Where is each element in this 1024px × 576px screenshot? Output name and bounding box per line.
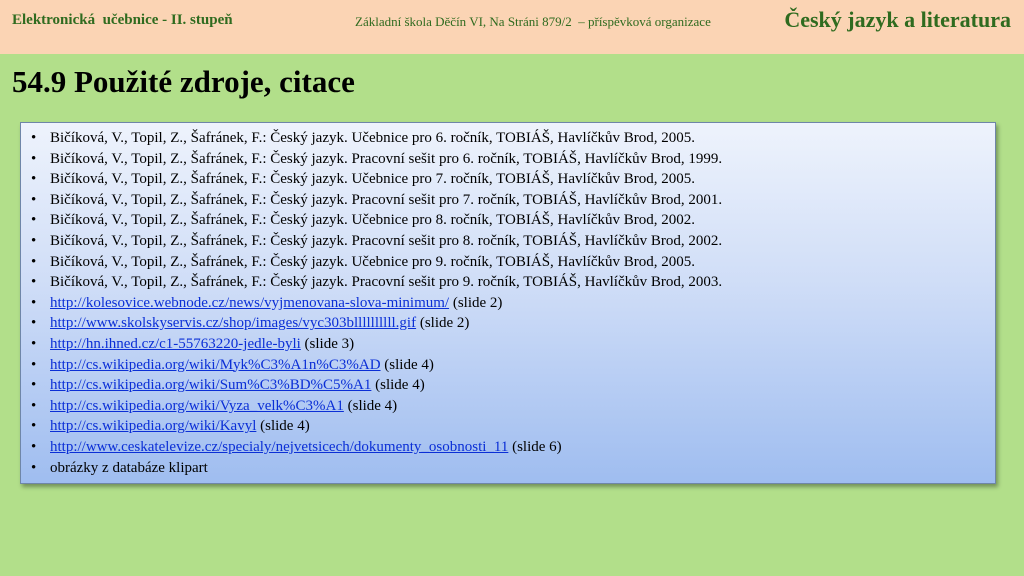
references-list: • Bičíková, V., Topil, Z., Šafránek, F.: … [21, 123, 995, 478]
bullet-icon: • [31, 438, 37, 455]
list-item: • http://cs.wikipedia.org/wiki/Vyza_velk%… [31, 396, 995, 417]
bullet-icon: • [31, 253, 37, 270]
list-item: • Bičíková, V., Topil, Z., Šafránek, F.: … [31, 210, 995, 231]
list-item: • Bičíková, V., Topil, Z., Šafránek, F.: … [31, 272, 995, 293]
bullet-icon: • [31, 212, 37, 229]
header-school-name: Základní škola Děčín VI, Na Stráni 879/2… [355, 14, 711, 29]
reference-text: Bičíková, V., Topil, Z., Šafránek, F.: Č… [50, 171, 696, 188]
slide-note: (slide 3) [300, 335, 355, 352]
list-item: • obrázky z databáze klipart [31, 458, 995, 479]
reference-text: Bičíková, V., Topil, Z., Šafránek, F.: Č… [50, 150, 723, 167]
source-link[interactable]: http://hn.ihned.cz/c1-55763220-jedle-byl… [50, 336, 301, 352]
bullet-icon: • [31, 232, 37, 249]
reference-text: Bičíková, V., Topil, Z., Šafránek, F.: Č… [50, 212, 696, 229]
source-link[interactable]: http://cs.wikipedia.org/wiki/Sum%C3%BD%C… [50, 377, 371, 393]
slide-note: (slide 4) [371, 377, 425, 394]
list-item: • http://cs.wikipedia.org/wiki/Myk%C3%A1n… [31, 355, 995, 376]
list-item: • Bičíková, V., Topil, Z., Šafránek, F.: … [31, 252, 995, 273]
list-item: • http://hn.ihned.cz/c1-55763220-jedle-by… [31, 334, 995, 355]
reference-text: Bičíková, V., Topil, Z., Šafránek, F.: Č… [50, 191, 723, 208]
bullet-icon: • [31, 315, 37, 332]
bullet-icon: • [31, 335, 37, 352]
reference-text: Bičíková, V., Topil, Z., Šafránek, F.: Č… [50, 253, 696, 270]
list-item: • http://www.skolskyservis.cz/shop/images… [31, 313, 995, 334]
bullet-icon: • [31, 191, 37, 208]
list-item: • http://cs.wikipedia.org/wiki/Sum%C3%BD%… [31, 375, 995, 396]
reference-text: Bičíková, V., Topil, Z., Šafránek, F.: Č… [50, 232, 723, 249]
clipart-note: obrázky z databáze klipart [50, 459, 208, 476]
bullet-icon: • [31, 377, 37, 394]
bullet-icon: • [31, 171, 37, 188]
slide-note: (slide 2) [449, 294, 503, 311]
bullet-icon: • [31, 397, 37, 414]
references-box: • Bičíková, V., Topil, Z., Šafránek, F.: … [20, 122, 996, 484]
source-link[interactable]: http://kolesovice.webnode.cz/news/vyjmen… [50, 295, 449, 311]
bullet-icon: • [31, 356, 37, 373]
slide-note: (slide 2) [416, 315, 470, 332]
list-item: • http://kolesovice.webnode.cz/news/vyjme… [31, 293, 995, 314]
source-link[interactable]: http://www.ceskatelevize.cz/specialy/nej… [50, 439, 508, 455]
slide-note: (slide 4) [256, 418, 310, 435]
slide-note: (slide 6) [508, 438, 562, 455]
bullet-icon: • [31, 150, 37, 167]
bullet-icon: • [31, 274, 37, 291]
header-textbook-label: Elektronická učebnice - II. stupeň [12, 12, 233, 28]
page-title: 54.9 Použité zdroje, citace [12, 64, 355, 99]
bullet-icon: • [31, 130, 37, 146]
header-subject: Český jazyk a literatura [784, 7, 1011, 32]
list-item: • http://cs.wikipedia.org/wiki/Kavyl (sli… [31, 416, 995, 437]
list-item: • Bičíková, V., Topil, Z., Šafránek, F.: … [31, 190, 995, 211]
header-bar: Elektronická učebnice - II. stupeň Zákla… [0, 0, 1024, 54]
list-item: • Bičíková, V., Topil, Z., Šafránek, F.: … [31, 231, 995, 252]
list-item: • Bičíková, V., Topil, Z., Šafránek, F.: … [31, 149, 995, 170]
bullet-icon: • [31, 459, 37, 476]
slide-note: (slide 4) [343, 397, 398, 414]
reference-text: Bičíková, V., Topil, Z., Šafránek, F.: Č… [50, 274, 723, 291]
reference-text: Bičíková, V., Topil, Z., Šafránek, F.: Č… [50, 130, 696, 146]
source-link[interactable]: http://cs.wikipedia.org/wiki/Vyza_velk%C… [50, 398, 344, 414]
source-link[interactable]: http://cs.wikipedia.org/wiki/Myk%C3%A1n%… [50, 357, 381, 373]
slide-note: (slide 4) [380, 356, 434, 373]
bullet-icon: • [31, 294, 37, 311]
source-link[interactable]: http://www.skolskyservis.cz/shop/images/… [50, 315, 416, 331]
list-item: • http://www.ceskatelevize.cz/specialy/ne… [31, 437, 995, 458]
source-link[interactable]: http://cs.wikipedia.org/wiki/Kavyl [50, 418, 256, 434]
bullet-icon: • [31, 418, 37, 435]
list-item: • Bičíková, V., Topil, Z., Šafránek, F.: … [31, 128, 995, 149]
list-item: • Bičíková, V., Topil, Z., Šafránek, F.: … [31, 169, 995, 190]
